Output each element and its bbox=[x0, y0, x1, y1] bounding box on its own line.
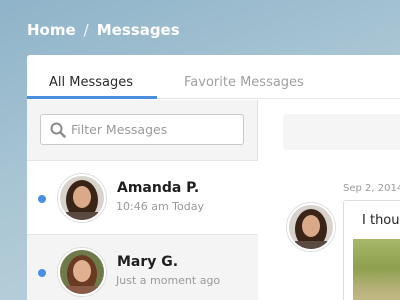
active-tab-indicator bbox=[27, 96, 157, 99]
message-bubble: I thou bbox=[343, 200, 400, 300]
conversation-item-mary[interactable]: Mary G. Just a moment ago bbox=[27, 235, 258, 300]
message-date: Sep 2, 2014 bbox=[343, 183, 400, 194]
conversation-item-amanda[interactable]: Amanda P. 10:46 am Today bbox=[27, 160, 258, 235]
messages-panel: All Messages Favorite Messages Amanda P. bbox=[27, 55, 400, 300]
conversation-time: Just a moment ago bbox=[116, 274, 221, 287]
breadcrumb: Home / Messages bbox=[27, 21, 180, 39]
breadcrumb-home[interactable]: Home bbox=[27, 21, 76, 39]
message-photo[interactable] bbox=[353, 239, 400, 300]
tab-bar: All Messages Favorite Messages bbox=[27, 55, 400, 99]
filter-messages-input[interactable] bbox=[71, 115, 239, 144]
conversation-name: Amanda P. bbox=[117, 180, 200, 196]
avatar bbox=[58, 174, 106, 222]
breadcrumb-separator: / bbox=[83, 21, 89, 39]
avatar bbox=[287, 203, 335, 251]
search-icon bbox=[50, 122, 66, 138]
conversation-time: 10:46 am Today bbox=[116, 200, 204, 213]
message-thread: Sep 2, 2014 I thou bbox=[259, 100, 400, 300]
tab-all-messages[interactable]: All Messages bbox=[49, 75, 133, 90]
unread-dot bbox=[38, 195, 46, 203]
unread-dot bbox=[38, 269, 46, 277]
avatar bbox=[58, 248, 106, 296]
tab-favorite-messages[interactable]: Favorite Messages bbox=[184, 75, 304, 90]
thread-toolbar bbox=[283, 114, 400, 150]
breadcrumb-current: Messages bbox=[96, 21, 180, 39]
conversation-name: Mary G. bbox=[117, 254, 179, 270]
filter-box[interactable] bbox=[40, 114, 244, 145]
conversation-list: Amanda P. 10:46 am Today Mary G. Just a … bbox=[27, 100, 258, 300]
message-text: I thou bbox=[362, 213, 400, 228]
